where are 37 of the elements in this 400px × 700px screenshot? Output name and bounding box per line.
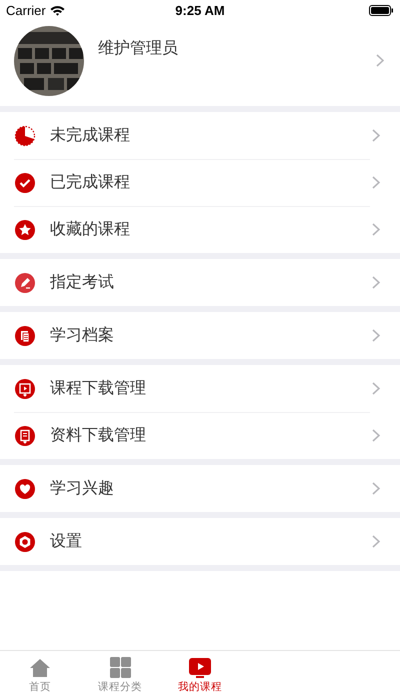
user-name: 维护管理员 — [98, 38, 179, 59]
chevron-icon — [372, 176, 380, 189]
checkmark-icon — [14, 172, 36, 194]
chevron-icon — [372, 276, 380, 289]
chevron-icon — [372, 482, 380, 495]
clock-time: 9:25 AM — [174, 2, 226, 18]
menu-item[interactable]: 课程下载管理 — [0, 365, 400, 412]
pencil-icon — [14, 272, 36, 294]
menu-item[interactable]: 已完成课程 — [0, 159, 400, 206]
tab-item[interactable]: 课程分类 — [80, 657, 160, 694]
tab-item[interactable]: 我的课程 — [160, 658, 240, 694]
chevron-icon — [372, 329, 380, 342]
wifi-icon — [50, 4, 65, 16]
chevron-icon — [372, 535, 380, 548]
carrier-label: Carrier — [6, 2, 46, 18]
menu-item[interactable]: 学习兴趣 — [0, 465, 400, 512]
play-screen-icon — [189, 658, 211, 678]
document-icon — [14, 324, 36, 346]
file-download-icon — [14, 424, 36, 446]
menu-item[interactable]: 未完成课程 — [0, 112, 400, 159]
tab-item[interactable]: 首页 — [0, 658, 80, 694]
menu-item[interactable]: 设置 — [0, 518, 400, 565]
video-download-icon — [14, 378, 36, 400]
chevron-icon — [372, 382, 380, 395]
gear-icon — [14, 530, 36, 552]
battery-icon — [368, 4, 394, 16]
chevron-icon — [372, 223, 380, 236]
menu-item[interactable]: 收藏的课程 — [0, 206, 400, 253]
chevron-icon — [372, 429, 380, 442]
menu-item[interactable]: 资料下载管理 — [0, 412, 400, 459]
chevron-icon — [376, 54, 384, 67]
pie-chart-icon — [14, 124, 36, 146]
grid-icon — [110, 657, 130, 678]
chevron-icon — [372, 129, 380, 142]
menu-item[interactable]: 学习档案 — [0, 312, 400, 359]
menu-item[interactable]: 指定考试 — [0, 259, 400, 306]
home-icon — [29, 658, 51, 678]
